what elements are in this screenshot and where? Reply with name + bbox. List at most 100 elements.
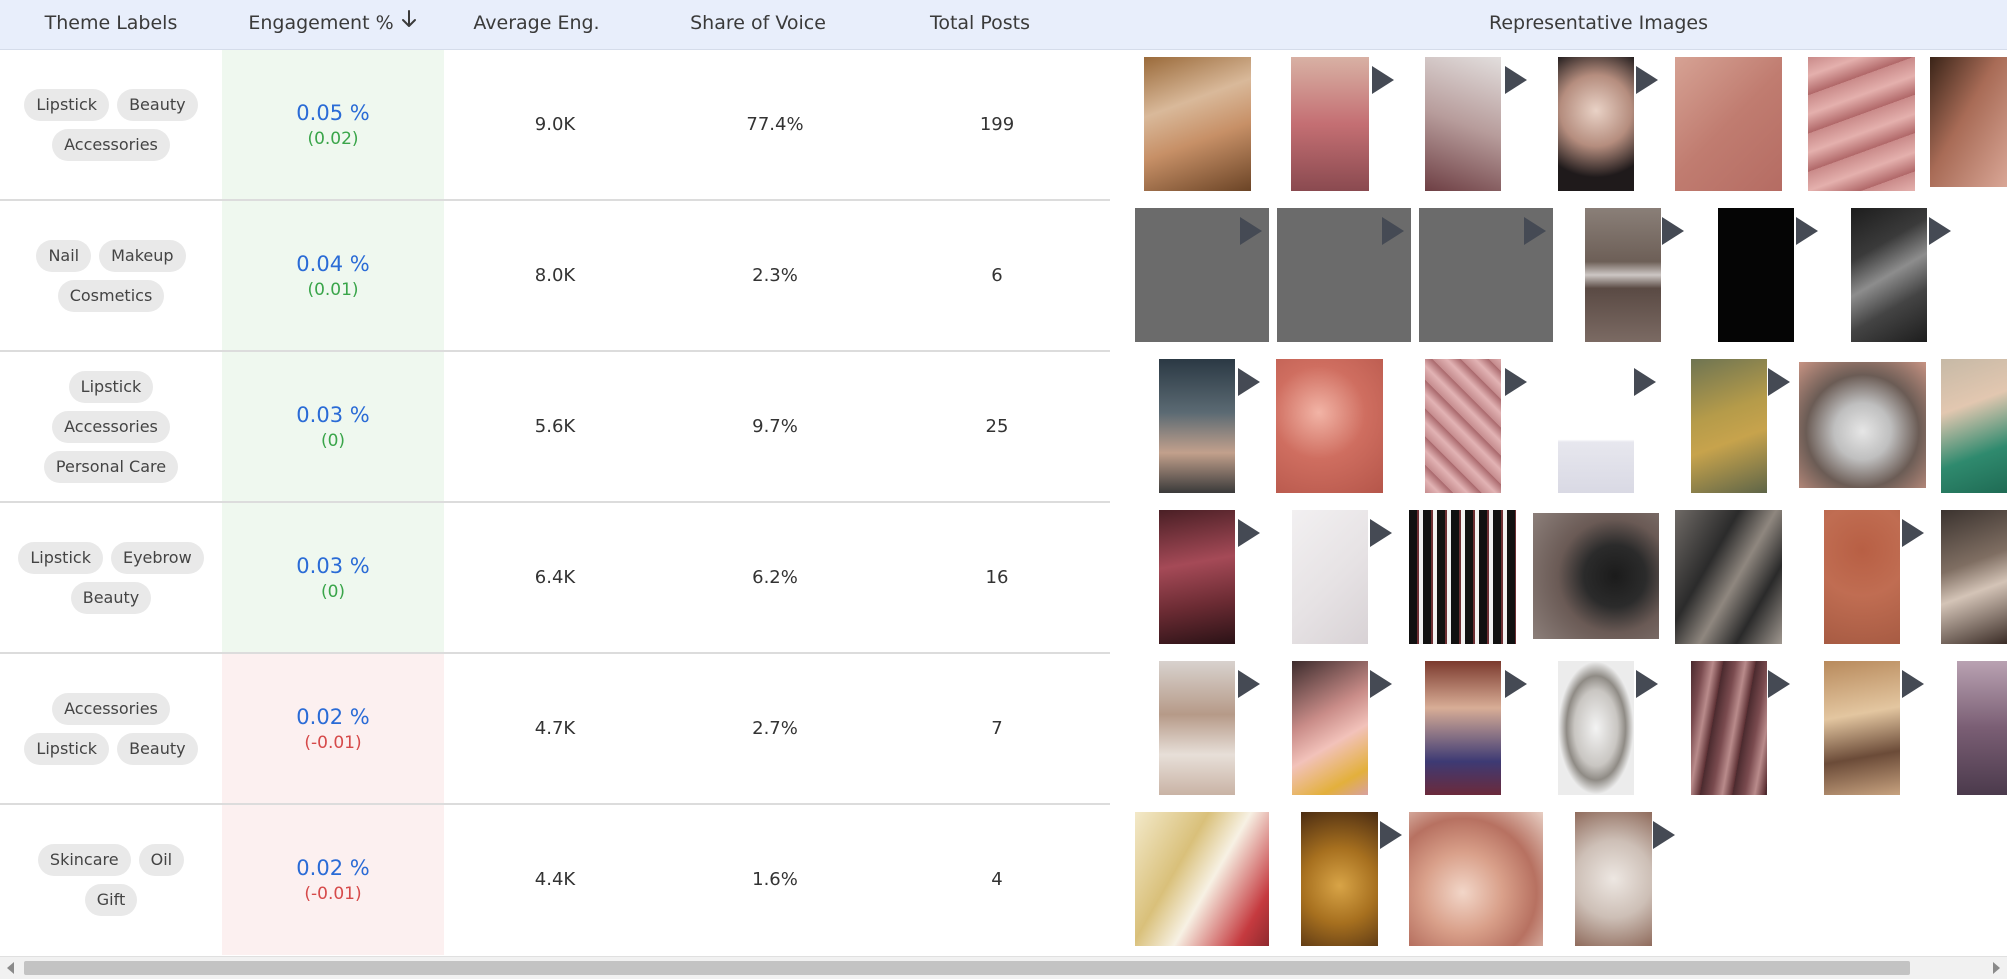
engagement-cell: 0.03 % (0): [222, 503, 444, 653]
theme-tag[interactable]: Beauty: [117, 89, 198, 121]
play-icon[interactable]: [1382, 217, 1404, 245]
representative-image[interactable]: [1533, 513, 1659, 639]
representative-image[interactable]: [1558, 359, 1634, 493]
theme-tag[interactable]: Lipstick: [68, 371, 154, 403]
chevron-left-icon[interactable]: [7, 962, 14, 974]
column-header-total-posts[interactable]: Total Posts: [900, 0, 1060, 49]
arrow-down-icon[interactable]: [400, 0, 418, 47]
representative-image[interactable]: [1824, 661, 1900, 795]
theme-tag[interactable]: Accessories: [52, 129, 170, 161]
representative-image[interactable]: [1425, 359, 1501, 493]
theme-tag[interactable]: Lipstick: [18, 542, 103, 574]
representative-image[interactable]: [1291, 57, 1369, 191]
table-row[interactable]: Nail Makeup Cosmetics 0.04 % (0.01) 8.0K…: [0, 201, 2007, 351]
representative-image[interactable]: [1159, 359, 1235, 493]
play-icon[interactable]: [1902, 519, 1924, 547]
theme-tag[interactable]: Nail: [36, 240, 92, 272]
play-icon[interactable]: [1636, 66, 1658, 94]
play-icon[interactable]: [1370, 670, 1392, 698]
play-icon[interactable]: [1653, 821, 1675, 849]
representative-image[interactable]: [1276, 359, 1383, 493]
scrollbar-thumb[interactable]: [24, 961, 1910, 975]
theme-tag[interactable]: Gift: [84, 884, 138, 916]
play-icon[interactable]: [1505, 368, 1527, 396]
theme-tag[interactable]: Beauty: [117, 733, 198, 765]
representative-image[interactable]: [1558, 661, 1634, 795]
theme-tag[interactable]: Makeup: [99, 240, 186, 272]
engagement-value: 0.04 %: [296, 252, 370, 276]
representative-image[interactable]: [1409, 812, 1543, 946]
average-eng-value: 6.4K: [534, 567, 576, 588]
play-icon[interactable]: [1524, 217, 1546, 245]
table-row[interactable]: Accessories Lipstick Beauty 0.02 % (-0.0…: [0, 654, 2007, 804]
play-icon[interactable]: [1505, 66, 1527, 94]
representative-image[interactable]: [1675, 57, 1782, 191]
theme-tag[interactable]: Accessories: [52, 411, 170, 443]
table-row[interactable]: Lipstick Eyebrow Beauty 0.03 % (0) 6.4K …: [0, 503, 2007, 653]
play-icon[interactable]: [1370, 519, 1392, 547]
representative-image[interactable]: [1718, 208, 1794, 342]
play-icon[interactable]: [1662, 217, 1684, 245]
representative-image[interactable]: [1558, 57, 1634, 191]
theme-tag[interactable]: Accessories: [52, 693, 170, 725]
representative-image[interactable]: [1824, 510, 1900, 644]
theme-tag[interactable]: Cosmetics: [57, 280, 165, 312]
theme-tag[interactable]: Personal Care: [43, 451, 179, 483]
representative-image[interactable]: [1425, 661, 1501, 795]
table-row[interactable]: Skincare Oil Gift 0.02 % (-0.01) 4.4K 1.…: [0, 805, 2007, 955]
representative-image[interactable]: [1425, 57, 1501, 191]
play-icon[interactable]: [1372, 66, 1394, 94]
play-icon[interactable]: [1768, 368, 1790, 396]
column-header-share-of-voice[interactable]: Share of Voice: [660, 0, 856, 49]
column-header-average-eng[interactable]: Average Eng.: [444, 0, 629, 49]
theme-tag[interactable]: Lipstick: [24, 733, 110, 765]
theme-tag[interactable]: Skincare: [37, 844, 131, 876]
theme-tag[interactable]: Beauty: [70, 582, 152, 614]
share-of-voice-value: 6.2%: [752, 567, 798, 588]
representative-image[interactable]: [1159, 510, 1235, 644]
theme-tag[interactable]: Lipstick: [24, 89, 110, 121]
representative-image[interactable]: [1851, 208, 1927, 342]
representative-image[interactable]: [1159, 661, 1235, 795]
representative-image[interactable]: [1941, 510, 2007, 644]
representative-image[interactable]: [1301, 812, 1378, 946]
play-icon[interactable]: [1929, 217, 1951, 245]
column-header-theme-labels[interactable]: Theme Labels: [0, 0, 222, 49]
engagement-cell: 0.02 % (-0.01): [222, 654, 444, 804]
play-icon[interactable]: [1238, 670, 1260, 698]
representative-image[interactable]: [1575, 812, 1652, 946]
representative-image[interactable]: [1675, 510, 1782, 644]
play-icon[interactable]: [1505, 670, 1527, 698]
representative-image[interactable]: [1585, 208, 1661, 342]
representative-image[interactable]: [1135, 812, 1269, 946]
representative-image[interactable]: [1691, 661, 1767, 795]
representative-image[interactable]: [1292, 661, 1368, 795]
play-icon[interactable]: [1902, 670, 1924, 698]
play-icon[interactable]: [1768, 670, 1790, 698]
average-eng-value: 9.0K: [534, 114, 576, 135]
representative-image[interactable]: [1691, 359, 1767, 493]
play-icon[interactable]: [1238, 368, 1260, 396]
play-icon[interactable]: [1636, 670, 1658, 698]
representative-image[interactable]: [1930, 57, 2007, 187]
column-header-engagement[interactable]: Engagement %: [222, 0, 444, 49]
horizontal-scrollbar[interactable]: [0, 956, 2007, 979]
play-icon[interactable]: [1238, 519, 1260, 547]
table-row[interactable]: Lipstick Accessories Personal Care 0.03 …: [0, 352, 2007, 502]
play-icon[interactable]: [1380, 821, 1402, 849]
theme-tag[interactable]: Eyebrow: [110, 542, 204, 574]
representative-image[interactable]: [1292, 510, 1368, 644]
representative-image[interactable]: [1957, 661, 2007, 795]
chevron-right-icon[interactable]: [1993, 962, 2000, 974]
theme-tag[interactable]: Oil: [138, 844, 185, 876]
table-row[interactable]: Lipstick Beauty Accessories 0.05 % (0.02…: [0, 50, 2007, 200]
representative-image[interactable]: [1808, 57, 1915, 191]
engagement-delta: (0): [320, 431, 346, 451]
play-icon[interactable]: [1796, 217, 1818, 245]
representative-image[interactable]: [1144, 57, 1251, 191]
representative-image[interactable]: [1409, 510, 1516, 644]
play-icon[interactable]: [1634, 368, 1656, 396]
representative-image[interactable]: [1941, 359, 2007, 493]
play-icon[interactable]: [1240, 217, 1262, 245]
representative-image[interactable]: [1799, 362, 1926, 488]
